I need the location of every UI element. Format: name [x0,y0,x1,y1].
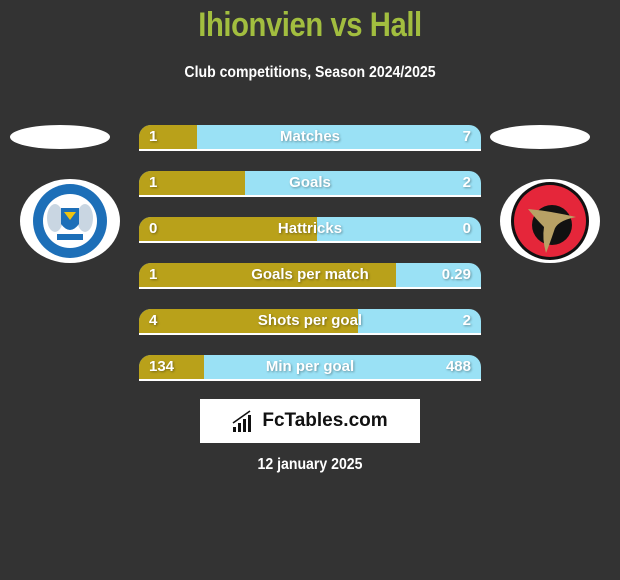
walsall-crest-icon [511,182,589,260]
stat-right-value: 488 [445,358,471,375]
stat-bar-hattricks: Hattricks 0 0 [139,217,481,243]
bar-chart-icon [232,410,252,432]
stat-left-value: 1 [149,128,158,145]
right-team-oval [490,125,590,149]
left-team-oval [10,125,110,149]
stat-bar-matches: Matches 1 7 [139,125,481,151]
footer-date: 12 january 2025 [257,456,363,473]
page-title: Ihionvien vs Hall [198,6,422,44]
stat-bar-goals-per-match: Goals per match 1 0.29 [139,263,481,289]
stat-bar-shots-per-goal: Shots per goal 4 2 [139,309,481,335]
right-team-logo [500,179,600,263]
fctables-brand[interactable]: FcTables.com [200,399,420,443]
stat-bar-min-per-goal: Min per goal 134 488 [139,355,481,381]
stat-left-value: 134 [149,358,175,375]
stat-left-value: 4 [149,312,158,329]
page-subtitle: Club competitions, Season 2024/2025 [184,64,436,81]
stat-label: Goals [289,174,331,191]
stat-right-value: 0 [462,220,471,237]
stat-right-value: 2 [462,312,471,329]
peterborough-crest-icon [33,184,107,258]
stat-bar-goals: Goals 1 2 [139,171,481,197]
stat-label: Shots per goal [257,312,363,329]
stat-label: Hattricks [277,220,343,237]
stat-left-value: 1 [149,174,158,191]
stat-left-value: 0 [149,220,158,237]
stat-label: Goals per match [251,266,369,283]
left-team-logo [20,179,120,263]
stat-label: Min per goal [265,358,355,375]
stat-right-value: 7 [462,128,471,145]
stat-left-value: 1 [149,266,158,283]
stat-label: Matches [279,128,341,145]
stat-right-value: 2 [462,174,471,191]
brand-name: FcTables.com [262,410,388,431]
stat-right-value: 0.29 [441,266,471,283]
